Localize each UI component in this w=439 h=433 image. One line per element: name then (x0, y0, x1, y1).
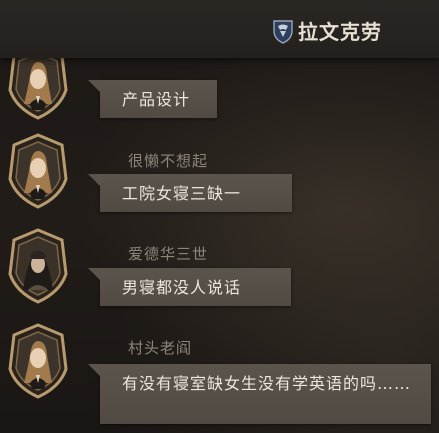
message-text: 工院女寝三缺一 (122, 184, 242, 203)
message-bubble[interactable]: 工院女寝三缺一 (88, 174, 292, 212)
message-bubble[interactable]: 男寝都没人说话 (88, 268, 291, 306)
chat-header: 拉文克劳 (0, 0, 439, 58)
avatar-portrait-icon[interactable] (6, 228, 70, 304)
avatar-portrait-icon[interactable] (6, 133, 70, 209)
chat-screen: 拉文克劳 产品设计 很懒不想起 工院女寝三缺一 爱德华三世 男寝都没人说话 村头… (0, 0, 439, 433)
message-text: 男寝都没人说话 (122, 278, 242, 297)
sender-name: 村头老阎 (128, 339, 193, 357)
message-bubble[interactable]: 有没有寝室缺女生没有学英语的吗…… (88, 364, 431, 424)
sender-name: 很懒不想起 (128, 152, 209, 170)
message-text: 有没有寝室缺女生没有学英语的吗…… (122, 374, 412, 393)
channel-title: 拉文克劳 (298, 20, 382, 44)
message-text: 产品设计 (122, 90, 191, 109)
ravenclaw-crest-icon (273, 20, 293, 44)
sender-name: 爱德华三世 (128, 245, 209, 263)
message-bubble[interactable]: 产品设计 (88, 80, 217, 118)
avatar-portrait-icon[interactable] (6, 323, 70, 399)
